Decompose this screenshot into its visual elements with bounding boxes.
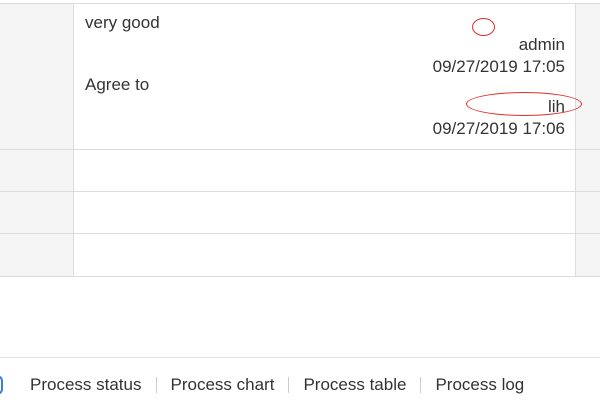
comments-cell: very good admin 09/27/2019 17:05 Agree t… <box>74 4 582 149</box>
comment-user: admin <box>518 35 565 54</box>
row-side-cell <box>576 192 600 233</box>
process-tabs: Process status Process chart Process tab… <box>0 370 600 400</box>
comment-time: 09/27/2019 17:06 <box>432 119 565 138</box>
table-row <box>0 234 600 276</box>
comment-entry: very good admin 09/27/2019 17:05 <box>74 4 575 76</box>
approval-table: very good admin 09/27/2019 17:05 Agree t… <box>0 3 600 277</box>
active-tab-edge[interactable] <box>0 375 3 395</box>
row-side-cell <box>576 234 600 276</box>
comment-text: very good <box>85 13 160 32</box>
row-value-cell <box>74 234 576 276</box>
tab-process-status[interactable]: Process status <box>16 375 156 395</box>
table-row <box>0 150 600 192</box>
row-value-cell <box>74 150 576 191</box>
table-row <box>0 192 600 234</box>
row-side-cell <box>576 150 600 191</box>
footer-divider <box>0 357 600 358</box>
row-value-cell <box>74 192 576 233</box>
annotation-ellipse <box>466 92 582 116</box>
comments-row: very good admin 09/27/2019 17:05 Agree t… <box>0 4 600 150</box>
tab-process-chart[interactable]: Process chart <box>157 375 289 395</box>
tab-process-table[interactable]: Process table <box>289 375 420 395</box>
row-label-cell <box>0 192 74 233</box>
row-label-cell <box>0 4 74 149</box>
page: very good admin 09/27/2019 17:05 Agree t… <box>0 0 600 400</box>
row-label-cell <box>0 234 74 276</box>
tab-process-log[interactable]: Process log <box>421 375 538 395</box>
annotation-ellipse <box>472 18 495 36</box>
comment-text: Agree to <box>85 75 150 94</box>
row-label-cell <box>0 150 74 191</box>
row-side-cell <box>576 4 600 149</box>
